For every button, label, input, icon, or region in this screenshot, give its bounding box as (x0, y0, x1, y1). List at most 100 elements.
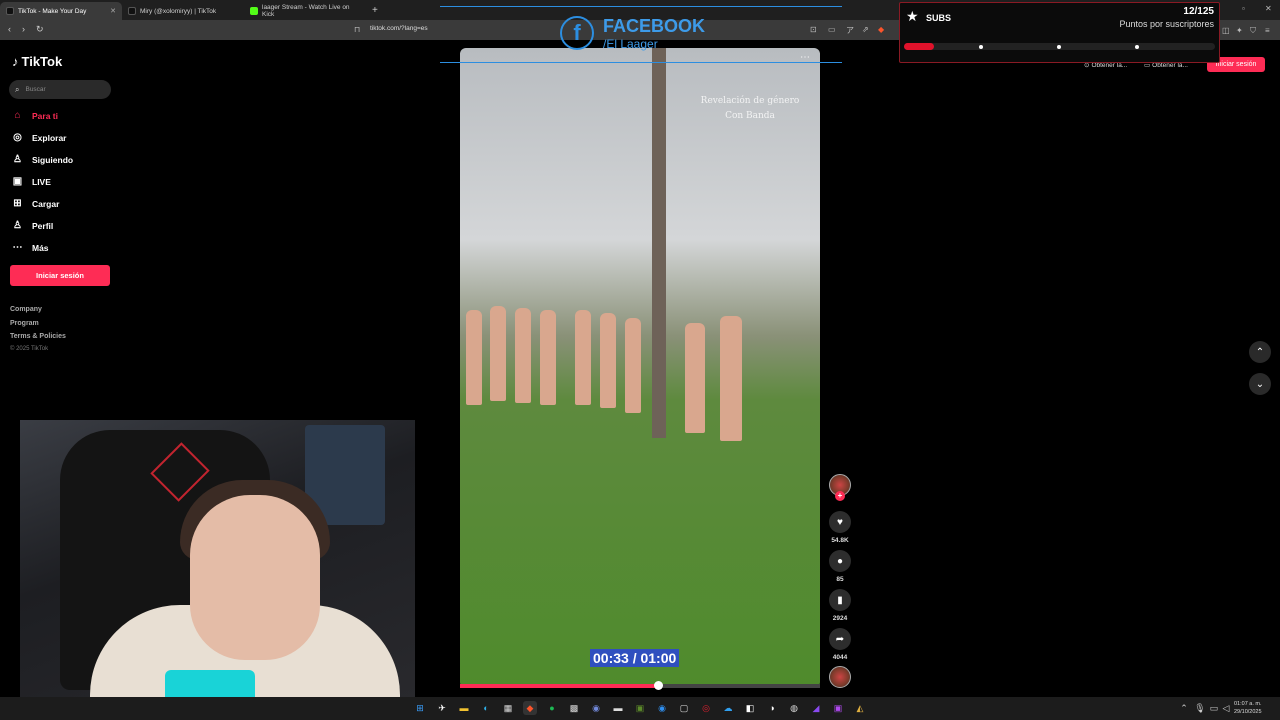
windows-start-icon[interactable]: ⊞ (413, 701, 427, 715)
band-musician (540, 310, 556, 405)
share-button[interactable]: ➦ (829, 628, 851, 650)
video-timecode: 00:33 / 01:00 (590, 649, 680, 667)
share-icon[interactable]: ⇗ (862, 25, 869, 34)
extension-icon[interactable]: ⊡ (810, 25, 817, 34)
terminal-icon[interactable]: ▬ (611, 701, 625, 715)
visual-studio-icon[interactable]: ◢ (809, 701, 823, 715)
back-icon[interactable]: ‹ (8, 24, 11, 34)
compass-icon: ◎ (13, 132, 22, 143)
streamer-face (190, 495, 320, 660)
reload-icon[interactable]: ↻ (36, 24, 44, 35)
facebook-icon: f (560, 16, 594, 50)
video-progress-handle[interactable] (654, 681, 663, 690)
like-button[interactable]: ♥ (829, 511, 851, 533)
sidebar-item-label: Más (32, 242, 49, 253)
sidebar-toggle-icon[interactable]: ◫ (1222, 26, 1230, 35)
brave-icon[interactable]: ◆ (523, 701, 537, 715)
tab-title: laager Stream - Watch Live on Kick (262, 4, 350, 18)
video-caption-overlay: Revelación de género Con Banda (685, 94, 815, 124)
app-icon[interactable]: ▩ (567, 701, 581, 715)
url-field[interactable]: tiktok.com/?lang=es (370, 25, 428, 32)
bookmark-icon: ▮ (837, 594, 843, 606)
menu-icon[interactable]: ≡ (1265, 26, 1270, 35)
browser-tab[interactable]: laager Stream - Watch Live on Kick (244, 2, 366, 20)
milestone-dot (1135, 45, 1139, 49)
app-icon[interactable]: ▣ (831, 701, 845, 715)
spotify-icon[interactable]: ● (545, 701, 559, 715)
sound-disc-icon[interactable] (829, 666, 851, 688)
chrome-icon[interactable]: ◍ (787, 701, 801, 715)
following-icon: ♙ (13, 154, 22, 165)
system-clock[interactable]: 01:07 a. m. 29/10/2025 (1234, 700, 1262, 716)
tab-title: Miry (@xolomiryy) | TikTok (140, 7, 217, 15)
band-musician (575, 310, 591, 405)
comment-button[interactable]: ● (829, 550, 851, 572)
new-tab-button[interactable]: + (366, 2, 384, 20)
microphone-icon[interactable]: 🎙 (1193, 701, 1207, 715)
upload-icon: ⊞ (13, 198, 22, 209)
volume-icon[interactable]: ◁ (1219, 701, 1233, 715)
sidebar-item-label: Cargar (32, 198, 60, 209)
forward-icon[interactable]: › (22, 24, 25, 34)
band-musician (515, 308, 531, 403)
wallet-icon[interactable]: ✦ (1236, 26, 1243, 35)
search-input[interactable]: ⌕ Buscar (9, 80, 111, 99)
footer-link-company[interactable]: Company (10, 306, 42, 313)
app-icon[interactable]: ☁ (721, 701, 735, 715)
sidebar-item-label: Perfil (32, 220, 54, 231)
sidebar-item-cargar[interactable]: ⊞ Cargar (12, 198, 59, 209)
obs-icon[interactable]: ◎ (699, 701, 713, 715)
save-button[interactable]: ▮ (829, 589, 851, 611)
sidebar-item-mas[interactable]: ⋯ Más (12, 242, 49, 253)
share-count: 4044 (832, 654, 848, 661)
close-tab-icon[interactable]: ✕ (110, 7, 116, 15)
next-video-button[interactable]: ⌄ (1249, 373, 1271, 395)
sidebar-item-explorar[interactable]: ◎ Explorar (12, 132, 66, 143)
app-icon[interactable]: ◧ (743, 701, 757, 715)
restore-window-icon[interactable]: ▫ (1242, 4, 1245, 13)
band-musician (685, 323, 705, 433)
minecraft-icon[interactable]: ▣ (633, 701, 647, 715)
app-icon[interactable]: ◉ (655, 701, 669, 715)
sidebar-item-perfil[interactable]: ♙ Perfil (12, 220, 53, 231)
footer-link-program[interactable]: Program (10, 320, 39, 327)
facebook-overlay-title: FACEBOOK (603, 16, 706, 36)
browser-tab[interactable]: TikTok - Make Your Day ✕ (0, 2, 122, 20)
band-musician (625, 318, 641, 413)
sidebar-item-label: LIVE (32, 176, 51, 187)
app-icon[interactable]: ▢ (677, 701, 691, 715)
close-window-icon[interactable]: ✕ (1265, 4, 1272, 13)
vpn-icon[interactable]: ⛉ (1250, 26, 1256, 36)
sidebar-item-siguiendo[interactable]: ♙ Siguiendo (12, 154, 73, 165)
search-placeholder: Buscar (25, 86, 46, 93)
tiktok-favicon-icon (6, 7, 14, 15)
file-explorer-icon[interactable]: ▬ (457, 701, 471, 715)
video-player[interactable]: Revelación de género Con Banda ⋯ (460, 48, 820, 688)
extension-icon[interactable]: ▭ (828, 25, 836, 34)
store-icon[interactable]: ▦ (501, 701, 515, 715)
edge-icon[interactable]: ◐ (479, 701, 493, 715)
previous-video-button[interactable]: ⌃ (1249, 341, 1271, 363)
tiktok-logo[interactable]: ♪ TikTok (12, 54, 62, 69)
league-icon[interactable]: ◭ (853, 701, 867, 715)
sidebar-item-para-ti[interactable]: ⌂ Para ti (12, 110, 58, 121)
browser-tab[interactable]: Miry (@xolomiryy) | TikTok (122, 2, 244, 20)
follow-plus-icon[interactable]: + (835, 491, 845, 501)
translate-icon[interactable]: ア (846, 25, 854, 36)
bookmark-icon[interactable]: ⊓ (354, 25, 360, 34)
overlay-divider (440, 6, 842, 7)
footer-link-terms[interactable]: Terms & Policies (10, 333, 66, 340)
comment-icon: ● (836, 555, 844, 567)
discord-icon[interactable]: ◉ (589, 701, 603, 715)
sidebar-item-label: Para ti (32, 110, 58, 121)
brave-shield-icon[interactable]: ◆ (878, 25, 884, 34)
band-musician (600, 313, 616, 408)
tray-chevron-icon[interactable]: ⌃ (1177, 701, 1191, 715)
video-progress-bar[interactable] (460, 684, 820, 688)
palm-trunk (652, 48, 666, 438)
sidebar-item-live[interactable]: ▣ LIVE (12, 176, 51, 187)
steam-icon[interactable]: ✈ (435, 701, 449, 715)
app-icon[interactable]: ◑ (765, 701, 779, 715)
login-button[interactable]: Iniciar sesión (10, 265, 110, 286)
subs-label: Puntos por suscriptores (1119, 19, 1214, 29)
